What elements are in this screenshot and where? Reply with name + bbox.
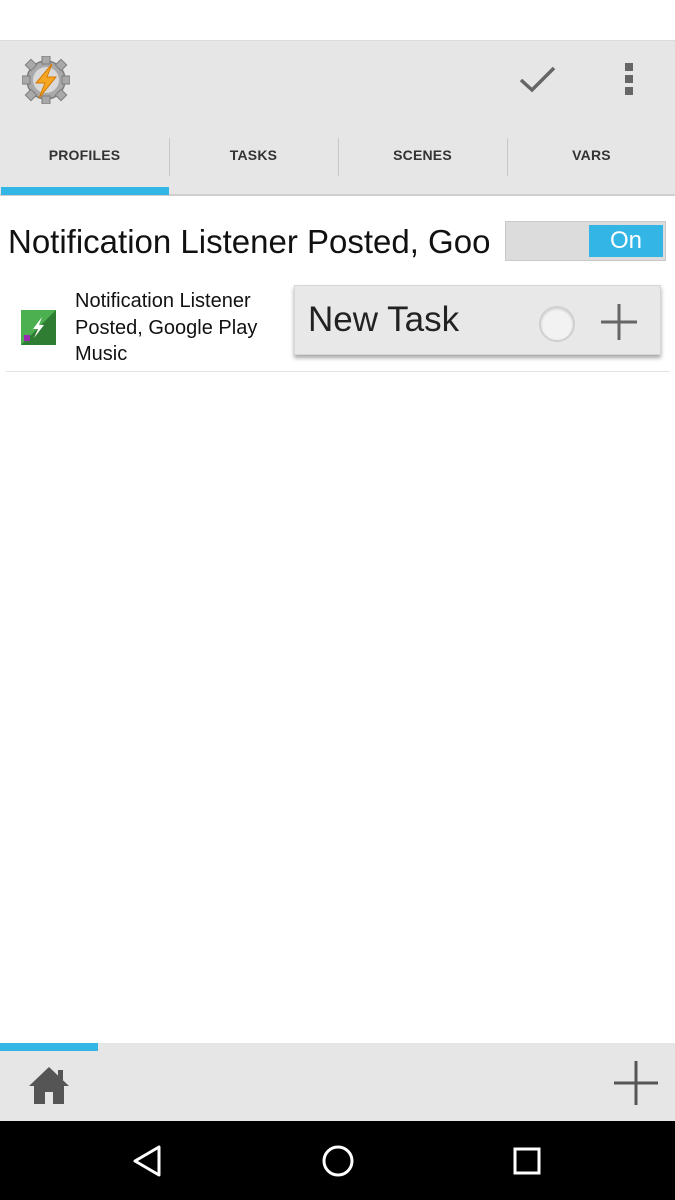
overflow-menu-icon [625,62,633,95]
add-task-button[interactable] [597,300,641,344]
status-bar [0,0,675,40]
tab-tasks[interactable]: TASKS [169,116,338,194]
overflow-menu-button[interactable] [599,41,659,116]
recents-square-icon [513,1147,541,1175]
home-circle-icon [322,1145,354,1177]
nav-recents-button[interactable] [505,1139,549,1183]
home-button[interactable] [26,1062,72,1108]
row-divider [6,371,670,372]
nav-home-button[interactable] [316,1139,360,1183]
tab-profiles[interactable]: PROFILES [0,116,169,194]
check-icon [519,66,556,92]
home-icon [29,1067,69,1104]
plus-icon [601,304,637,340]
bottom-scroll-indicator [0,1043,98,1051]
selected-tab-indicator [1,187,169,195]
bottom-bar [0,1043,675,1121]
tab-scenes[interactable]: SCENES [338,116,507,194]
context-label[interactable]: Notification Listener Posted, Google Pla… [75,288,290,368]
system-nav-bar [0,1121,675,1200]
plus-icon [614,1061,658,1105]
back-triangle-icon [133,1145,161,1177]
add-profile-button[interactable] [611,1058,661,1108]
event-bolt-icon [21,310,56,345]
radio-button-icon[interactable] [539,306,575,342]
nav-back-button[interactable] [127,1139,171,1183]
tasker-logo-icon[interactable] [21,55,71,105]
action-bar [0,40,675,116]
confirm-button[interactable] [507,41,567,116]
new-task-item[interactable]: New Task [294,285,661,355]
profile-title[interactable]: Notification Listener Posted, Google Pla… [8,220,490,264]
new-task-label: New Task [308,300,460,339]
tab-vars[interactable]: VARS [507,116,675,194]
toggle-on-label: On [589,225,663,257]
tab-bar: PROFILES TASKS SCENES VARS [0,116,675,196]
profile-enable-toggle[interactable]: On [505,221,666,261]
